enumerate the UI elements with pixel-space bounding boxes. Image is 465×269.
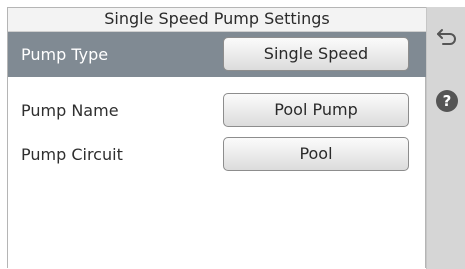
pump-circuit-label: Pump Circuit	[21, 145, 123, 164]
help-icon[interactable]: ?	[435, 89, 459, 113]
app-frame: Single Speed Pump Settings Pump Type Sin…	[0, 0, 465, 269]
row-pump-type[interactable]: Pump Type Single Speed	[8, 32, 426, 77]
pump-name-button[interactable]: Pool Pump	[223, 93, 409, 127]
pump-name-label: Pump Name	[21, 101, 119, 120]
pump-type-label: Pump Type	[21, 45, 109, 64]
settings-panel: Single Speed Pump Settings Pump Type Sin…	[7, 7, 426, 268]
row-pump-circuit[interactable]: Pump Circuit Pool	[8, 132, 426, 177]
page-title: Single Speed Pump Settings	[8, 8, 426, 32]
pump-circuit-button[interactable]: Pool	[223, 137, 409, 171]
row-pump-name[interactable]: Pump Name Pool Pump	[8, 88, 426, 133]
pump-type-button[interactable]: Single Speed	[223, 37, 409, 71]
help-glyph: ?	[443, 92, 452, 110]
back-arrow-icon[interactable]	[435, 24, 459, 48]
sidebar: ?	[426, 7, 465, 269]
